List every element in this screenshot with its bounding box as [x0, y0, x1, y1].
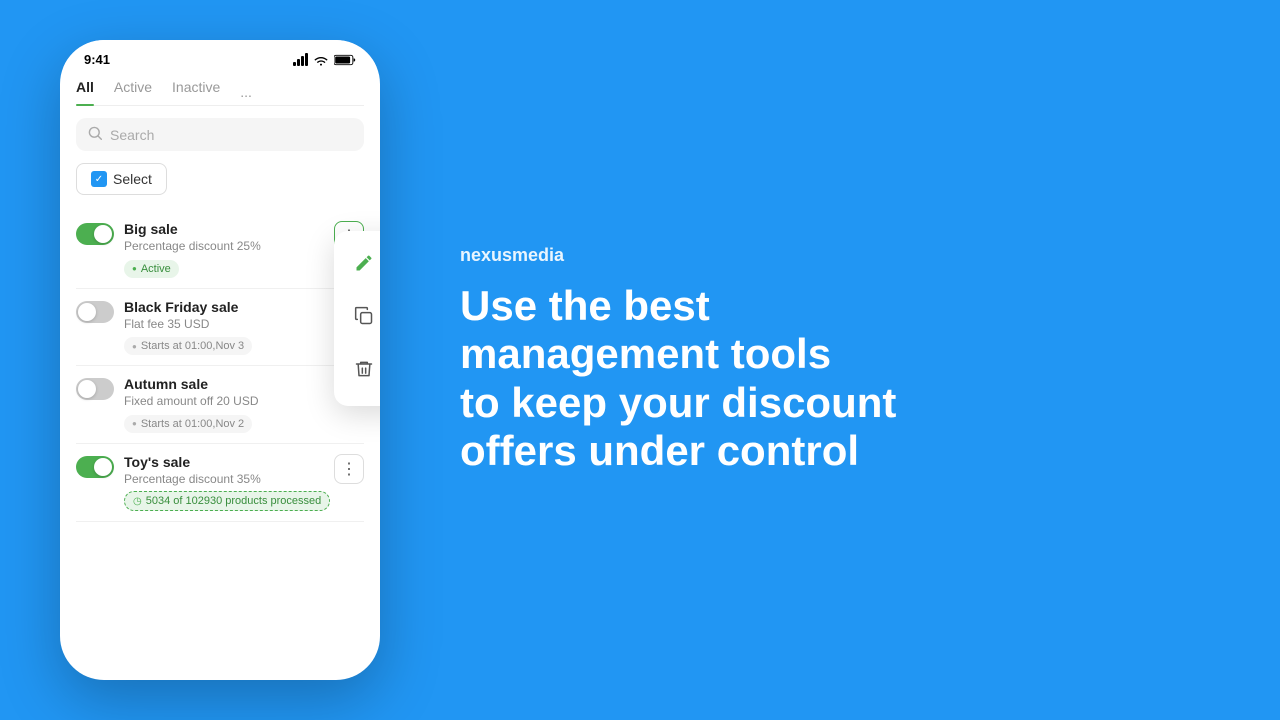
menu-item-delete[interactable]: Delete	[334, 345, 380, 398]
select-checkbox-icon: ✓	[91, 171, 107, 187]
badge-active-big-sale: Active	[124, 260, 179, 278]
brand-name: nexusmedia	[460, 245, 1220, 266]
brand-part2: media	[512, 245, 564, 265]
scene: 9:41	[0, 0, 1280, 720]
discount-item-autumn: Autumn sale Fixed amount off 20 USD Star…	[76, 366, 364, 444]
select-label: Select	[113, 171, 152, 187]
badge-scheduled-autumn: Starts at 01:00,Nov 2	[124, 415, 252, 433]
right-content: nexusmedia Use the best management tools…	[380, 245, 1220, 475]
search-icon	[88, 126, 102, 143]
tabs-bar: All Active Inactive ...	[76, 67, 364, 106]
search-bar[interactable]: Search	[76, 118, 364, 151]
toggle-on-icon[interactable]	[76, 223, 114, 245]
tab-all[interactable]: All	[76, 79, 94, 105]
signal-icon	[293, 53, 308, 66]
discount-item-big-sale: Big sale Percentage discount 25% Active …	[76, 211, 364, 289]
phone-mockup: 9:41	[60, 40, 380, 680]
discount-item-black-friday: Black Friday sale Flat fee 35 USD Starts…	[76, 289, 364, 367]
item-desc-toys: Percentage discount 35%	[124, 472, 334, 486]
toggle-off-icon-2[interactable]	[76, 378, 114, 400]
item-name-black-friday: Black Friday sale	[124, 299, 364, 315]
search-placeholder: Search	[110, 127, 154, 143]
toggle-big-sale[interactable]	[76, 223, 114, 245]
duplicate-icon	[354, 306, 374, 331]
toggle-toys[interactable]	[76, 456, 114, 478]
item-info-toys: Toy's sale Percentage discount 35% 5034 …	[124, 454, 334, 512]
tab-inactive[interactable]: Inactive	[172, 79, 220, 105]
context-menu: Edit Duplicate	[334, 231, 380, 406]
menu-item-edit[interactable]: Edit	[334, 239, 380, 292]
tab-active[interactable]: Active	[114, 79, 152, 105]
toggle-autumn[interactable]	[76, 378, 114, 400]
item-name-big-sale: Big sale	[124, 221, 334, 237]
status-bar: 9:41	[60, 40, 380, 67]
menu-item-duplicate[interactable]: Duplicate	[334, 292, 380, 345]
phone-time: 9:41	[84, 52, 110, 67]
battery-icon	[334, 54, 356, 66]
item-desc-big-sale: Percentage discount 25%	[124, 239, 334, 253]
item-name-autumn: Autumn sale	[124, 376, 364, 392]
badge-scheduled-black-friday: Starts at 01:00,Nov 3	[124, 337, 252, 355]
item-info-big-sale: Big sale Percentage discount 25% Active	[124, 221, 334, 278]
discount-item-toys: Toy's sale Percentage discount 35% 5034 …	[76, 444, 364, 523]
edit-icon	[354, 253, 374, 278]
headline-line2: management tools	[460, 330, 1220, 378]
brand-part1: nexus	[460, 245, 512, 265]
item-desc-black-friday: Flat fee 35 USD	[124, 317, 364, 331]
toggle-off-icon[interactable]	[76, 301, 114, 323]
headline-line1: Use the best	[460, 282, 1220, 330]
tab-more[interactable]: ...	[240, 84, 252, 100]
item-name-toys: Toy's sale	[124, 454, 334, 470]
headline-line3: to keep your discount	[460, 379, 1220, 427]
toggle-on-icon-2[interactable]	[76, 456, 114, 478]
select-button[interactable]: ✓ Select	[76, 163, 167, 195]
toggle-black-friday[interactable]	[76, 301, 114, 323]
item-info-black-friday: Black Friday sale Flat fee 35 USD Starts…	[124, 299, 364, 356]
status-icons	[293, 53, 356, 66]
wifi-icon	[313, 54, 329, 66]
headline: Use the best management tools to keep yo…	[460, 282, 1220, 475]
item-info-autumn: Autumn sale Fixed amount off 20 USD Star…	[124, 376, 364, 433]
more-menu-button-toys[interactable]: ⋮	[334, 454, 364, 484]
headline-line4: offers under control	[460, 427, 1220, 475]
item-desc-autumn: Fixed amount off 20 USD	[124, 394, 364, 408]
phone-content: All Active Inactive ... Search ✓ Select	[60, 67, 380, 522]
badge-processing-toys: 5034 of 102930 products processed	[124, 491, 330, 511]
delete-icon	[354, 359, 374, 384]
